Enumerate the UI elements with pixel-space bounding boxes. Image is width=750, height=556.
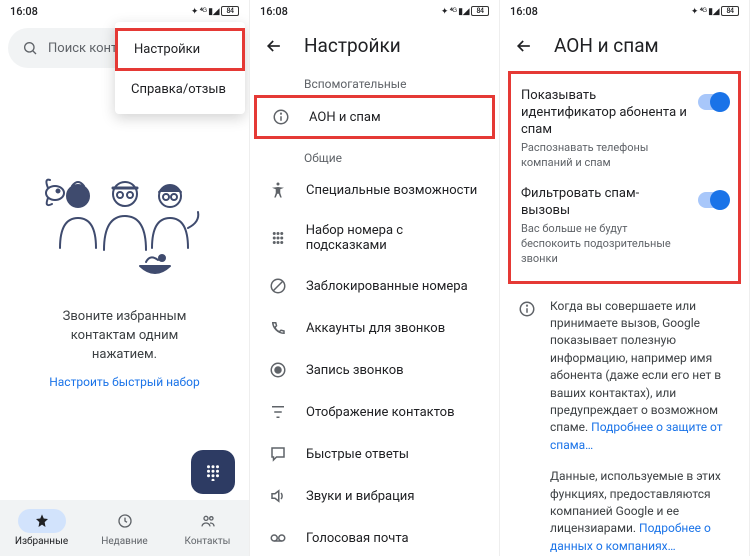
people-icon <box>199 513 217 529</box>
clock-icon <box>117 513 133 529</box>
item-caller-id-spam[interactable]: АОН и спам <box>254 95 495 139</box>
chat-icon <box>269 445 287 463</box>
info-block: Когда вы совершаете или принимаете вызов… <box>500 284 749 555</box>
tab-contacts[interactable]: Контакты <box>166 500 249 556</box>
toggle-filter-spam-calls[interactable]: Фильтровать спам-вызовы Вас больше не бу… <box>517 178 732 274</box>
item-calling-accounts[interactable]: Аккаунты для звонков <box>250 307 499 349</box>
status-icons: ✦ ⁴ᴳ ▮◢ 84 <box>691 6 739 17</box>
record-icon <box>269 361 287 379</box>
filter-icon <box>269 403 287 421</box>
voicemail-icon <box>269 529 287 547</box>
switch-on-icon[interactable] <box>698 192 728 208</box>
item-blocked-numbers[interactable]: Заблокированные номера <box>250 265 499 307</box>
item-quick-responses[interactable]: Быстрые ответы <box>250 433 499 475</box>
back-icon[interactable] <box>514 36 534 56</box>
status-time: 16:08 <box>10 5 38 18</box>
highlighted-toggles: Показывать идентификатор абонента и спам… <box>508 71 741 284</box>
dialpad-icon <box>204 463 222 481</box>
item-voicemail[interactable]: Голосовая почта <box>250 517 499 556</box>
bottom-nav: Избранные Недавние Контакты <box>0 500 249 556</box>
tab-recent[interactable]: Недавние <box>83 500 166 556</box>
overflow-menu: Настройки Справка/отзыв <box>115 22 245 114</box>
favorites-promo: Звоните избранным контактам одним нажати… <box>0 308 249 390</box>
menu-item-help[interactable]: Справка/отзыв <box>115 71 245 108</box>
block-icon <box>269 277 287 295</box>
status-time: 16:08 <box>260 5 288 18</box>
item-display-options[interactable]: Отображение контактов <box>250 391 499 433</box>
section-auxiliary: Вспомогательные <box>250 65 499 95</box>
status-time: 16:08 <box>510 5 538 18</box>
status-bar: 16:08 ✦ ⁴ᴳ ▮◢ 84 <box>0 0 249 22</box>
status-icons: ✦ ⁴ᴳ ▮◢ 84 <box>191 6 239 17</box>
status-bar: 16:08 ✦ ⁴ᴳ ▮◢ 84 <box>250 0 499 22</box>
back-icon[interactable] <box>264 36 284 56</box>
search-icon <box>22 40 38 56</box>
page-title: АОН и спам <box>554 34 659 57</box>
star-icon <box>34 513 50 529</box>
item-call-recording[interactable]: Запись звонков <box>250 349 499 391</box>
setup-speed-dial-link[interactable]: Настроить быстрый набор <box>49 375 200 389</box>
panel-caller-id-spam: 16:08 ✦ ⁴ᴳ ▮◢ 84 АОН и спам Показывать и… <box>500 0 750 556</box>
dialpad-small-icon <box>269 229 287 247</box>
status-icons: ✦ ⁴ᴳ ▮◢ 84 <box>441 6 489 17</box>
app-bar: Настройки <box>250 22 499 65</box>
app-bar: АОН и спам <box>500 22 749 65</box>
section-general: Общие <box>250 139 499 169</box>
panel-settings: 16:08 ✦ ⁴ᴳ ▮◢ 84 Настройки Вспомогательн… <box>250 0 500 556</box>
status-bar: 16:08 ✦ ⁴ᴳ ▮◢ 84 <box>500 0 749 22</box>
dialpad-button[interactable] <box>191 450 235 494</box>
tab-favorites[interactable]: Избранные <box>0 500 83 556</box>
item-assisted-dialing[interactable]: Набор номера с подсказками <box>250 211 499 265</box>
favorites-illustration <box>0 148 249 288</box>
panel-contacts-app: 16:08 ✦ ⁴ᴳ ▮◢ 84 Поиск контакто Настройк… <box>0 0 250 556</box>
toggle-show-caller-id-spam[interactable]: Показывать идентификатор абонента и спам… <box>517 80 732 178</box>
phone-settings-icon <box>269 319 287 337</box>
volume-icon <box>269 487 287 505</box>
menu-item-settings[interactable]: Настройки <box>115 28 245 71</box>
info-icon <box>518 300 536 318</box>
info-icon <box>272 108 290 126</box>
item-accessibility[interactable]: Специальные возможности <box>250 169 499 211</box>
page-title: Настройки <box>304 34 401 57</box>
accessibility-icon <box>269 181 287 199</box>
item-sounds-vibration[interactable]: Звуки и вибрация <box>250 475 499 517</box>
switch-on-icon[interactable] <box>698 94 728 110</box>
